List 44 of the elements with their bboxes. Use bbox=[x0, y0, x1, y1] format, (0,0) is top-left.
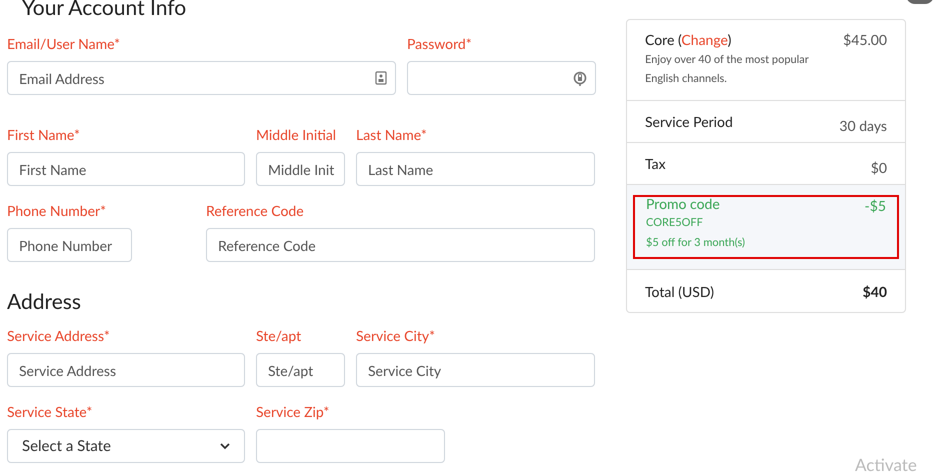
promo-code: CORE5OFF bbox=[646, 215, 704, 231]
input-field[interactable]: Ste/apt bbox=[256, 353, 345, 387]
contact-card-icon bbox=[375, 71, 387, 85]
chevron-down-icon bbox=[220, 442, 230, 450]
input-field[interactable] bbox=[256, 429, 445, 463]
field-label: First Name* bbox=[7, 126, 81, 144]
summary-value: $40 bbox=[862, 282, 887, 302]
input-field[interactable]: Last Name bbox=[356, 152, 595, 186]
watermark-text: Activate bbox=[855, 455, 917, 475]
plan-name: Core (Change) bbox=[645, 30, 732, 50]
field-label: Ste/apt bbox=[256, 327, 302, 345]
change-link[interactable]: Change bbox=[681, 31, 728, 48]
field-label: Password* bbox=[407, 35, 473, 53]
section-title: Your Account Info bbox=[22, 0, 188, 18]
summary-value: $0 bbox=[870, 158, 887, 178]
state-select[interactable]: Select a State bbox=[7, 429, 245, 463]
summary-label: Tax bbox=[645, 154, 666, 174]
plan-price: $45.00 bbox=[843, 30, 887, 50]
section-title: Address bbox=[7, 290, 82, 314]
field-label: Email/User Name* bbox=[7, 35, 122, 53]
promo-discount: -$5 bbox=[864, 197, 886, 216]
input-field[interactable]: First Name bbox=[7, 152, 245, 186]
summary-label: Total (USD) bbox=[645, 282, 714, 302]
field-label: Middle Initial bbox=[256, 126, 338, 144]
input-field[interactable]: Reference Code bbox=[206, 228, 595, 262]
summary-label: Service Period bbox=[645, 112, 733, 132]
plan-description: Enjoy over 40 of the most popular English channels. bbox=[645, 52, 810, 87]
password-field[interactable] bbox=[407, 61, 596, 95]
input-field[interactable]: Service City bbox=[356, 353, 595, 387]
field-label: Service City* bbox=[356, 327, 436, 345]
input-field[interactable]: Middle Init bbox=[256, 152, 345, 186]
summary-value: 30 days bbox=[839, 116, 887, 136]
field-label: Phone Number* bbox=[7, 202, 108, 220]
field-label: Service Zip* bbox=[256, 403, 330, 421]
email-field[interactable]: Email Address bbox=[7, 61, 396, 95]
field-label: Reference Code bbox=[206, 202, 305, 220]
input-field[interactable]: Phone Number bbox=[7, 228, 132, 262]
field-label: Service State* bbox=[7, 403, 94, 421]
promo-note: $5 off for 3 month(s) bbox=[646, 235, 745, 251]
input-field[interactable]: Service Address bbox=[7, 353, 245, 387]
field-label: Service Address* bbox=[7, 327, 111, 345]
promo-label: Promo code bbox=[646, 195, 721, 213]
password-manager-icon bbox=[573, 71, 587, 87]
field-label: Last Name* bbox=[356, 126, 428, 144]
